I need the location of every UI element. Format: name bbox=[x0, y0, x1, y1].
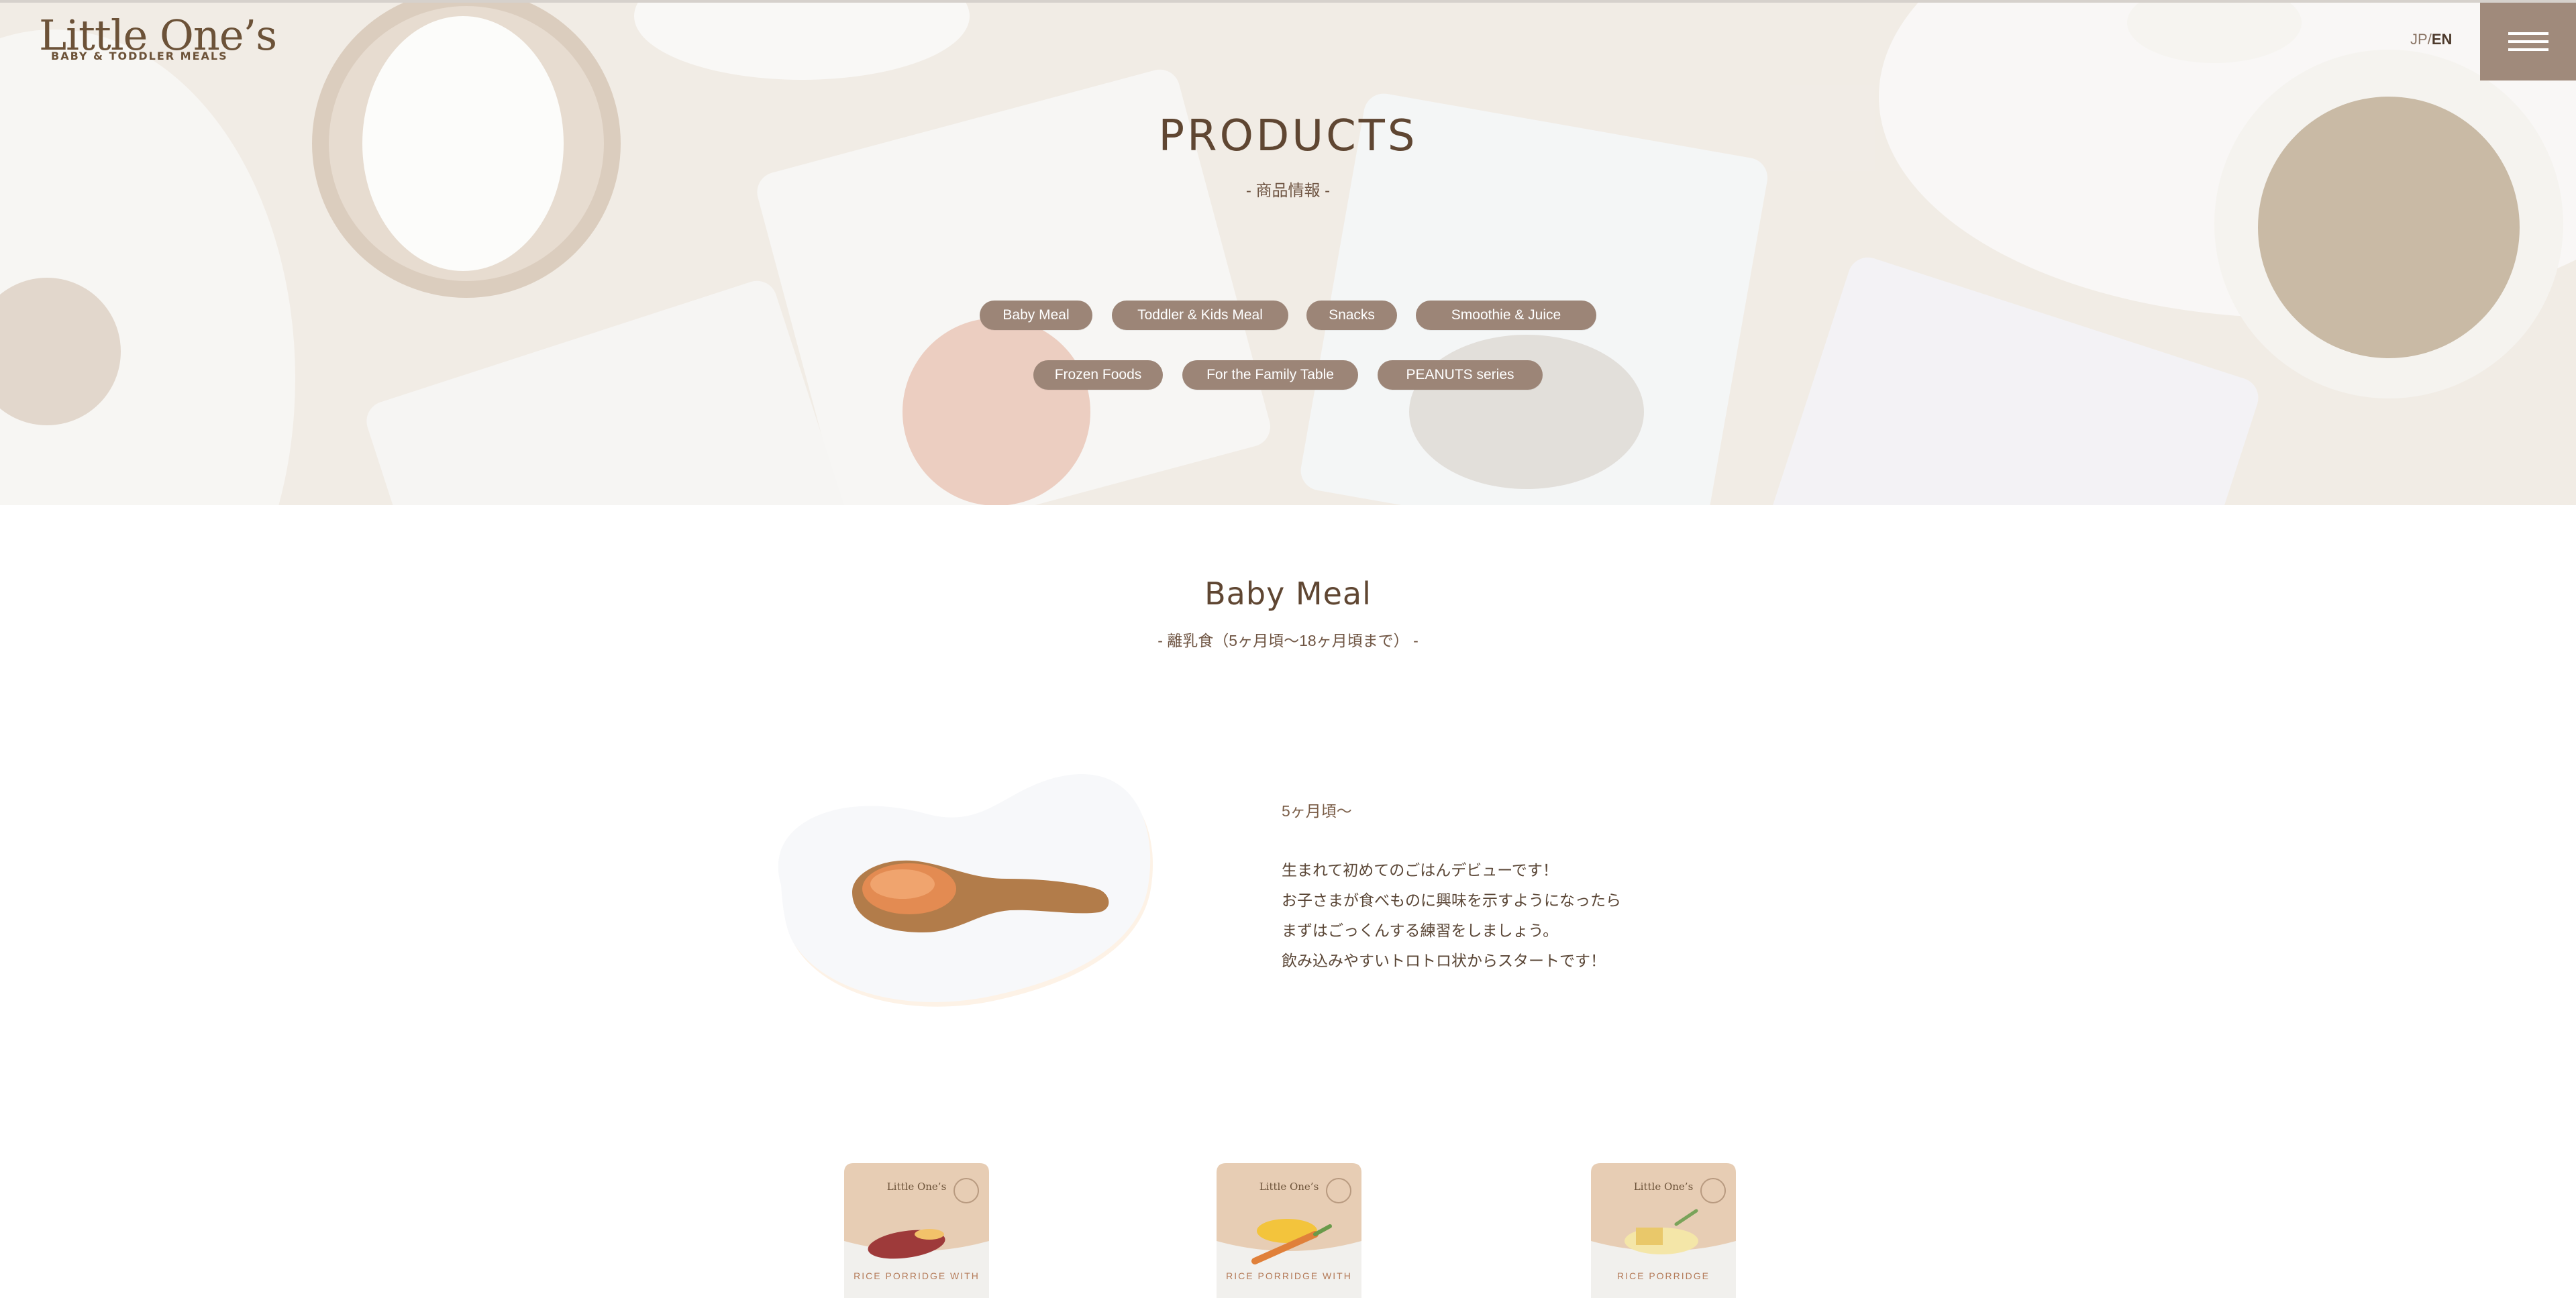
product-card[interactable]: Little One’s RICE PORRIDGE WITH bbox=[1215, 1160, 1363, 1298]
product-name: RICE PORRIDGE WITH bbox=[854, 1270, 980, 1281]
category-baby-meal[interactable]: Baby Meal bbox=[980, 301, 1092, 330]
description-line: お子さまが食べものに興味を示すようになったら bbox=[1282, 891, 1621, 909]
category-family-table[interactable]: For the Family Table bbox=[1182, 360, 1358, 390]
language-switch: JP/EN bbox=[2410, 31, 2452, 48]
lang-jp-link[interactable]: JP bbox=[2410, 31, 2428, 48]
page-title: PRODUCTS bbox=[1158, 111, 1418, 161]
product-name: RICE PORRIDGE bbox=[1616, 1270, 1710, 1281]
product-card[interactable]: Little One’s RICE PORRIDGE bbox=[1589, 1160, 1738, 1298]
hamburger-icon-bar-3 bbox=[2508, 48, 2548, 51]
product-brand: Little One’s bbox=[1633, 1181, 1694, 1193]
menu-button[interactable] bbox=[2480, 3, 2576, 80]
section-subtitle: - 離乳食（5ヶ月頃〜18ヶ月頃まで） - bbox=[1157, 632, 1419, 649]
hamburger-icon-bar-2 bbox=[2508, 40, 2548, 43]
hero-overlay bbox=[0, 3, 2576, 505]
site-logo[interactable]: Little One’s BABY & TODDLER MEALS bbox=[39, 11, 277, 71]
category-toddler-kids-meal[interactable]: Toddler & Kids Meal bbox=[1112, 301, 1288, 330]
page-subtitle: - 商品情報 - bbox=[1245, 182, 1331, 200]
description-line: 飲み込みやすいトロトロ状からスタートです！ bbox=[1282, 952, 1606, 969]
category-frozen-foods[interactable]: Frozen Foods bbox=[1033, 360, 1163, 390]
category-smoothie-juice[interactable]: Smoothie & Juice bbox=[1416, 301, 1596, 330]
age-label: 5ヶ月頃〜 bbox=[1282, 802, 1352, 820]
section-title: Baby Meal bbox=[1204, 576, 1372, 612]
category-snacks[interactable]: Snacks bbox=[1306, 301, 1397, 330]
description-line: 生まれて初めてのごはんデビューです！ bbox=[1282, 861, 1558, 879]
product-name: RICE PORRIDGE WITH bbox=[1226, 1270, 1352, 1281]
hero-banner bbox=[0, 3, 2576, 505]
baby-meal-spoon-image bbox=[778, 773, 1153, 1007]
product-brand: Little One’s bbox=[886, 1181, 947, 1193]
hamburger-icon bbox=[2508, 32, 2548, 35]
product-brand: Little One’s bbox=[1259, 1181, 1319, 1193]
lang-en-link[interactable]: EN bbox=[2432, 31, 2453, 48]
category-peanuts-series[interactable]: PEANUTS series bbox=[1378, 360, 1543, 390]
product-card[interactable]: Little One’s RICE PORRIDGE WITH bbox=[842, 1160, 991, 1298]
description-line: まずはごっくんする練習をしましょう。 bbox=[1282, 922, 1559, 939]
logo-tagline: BABY & TODDLER MEALS bbox=[51, 50, 228, 62]
